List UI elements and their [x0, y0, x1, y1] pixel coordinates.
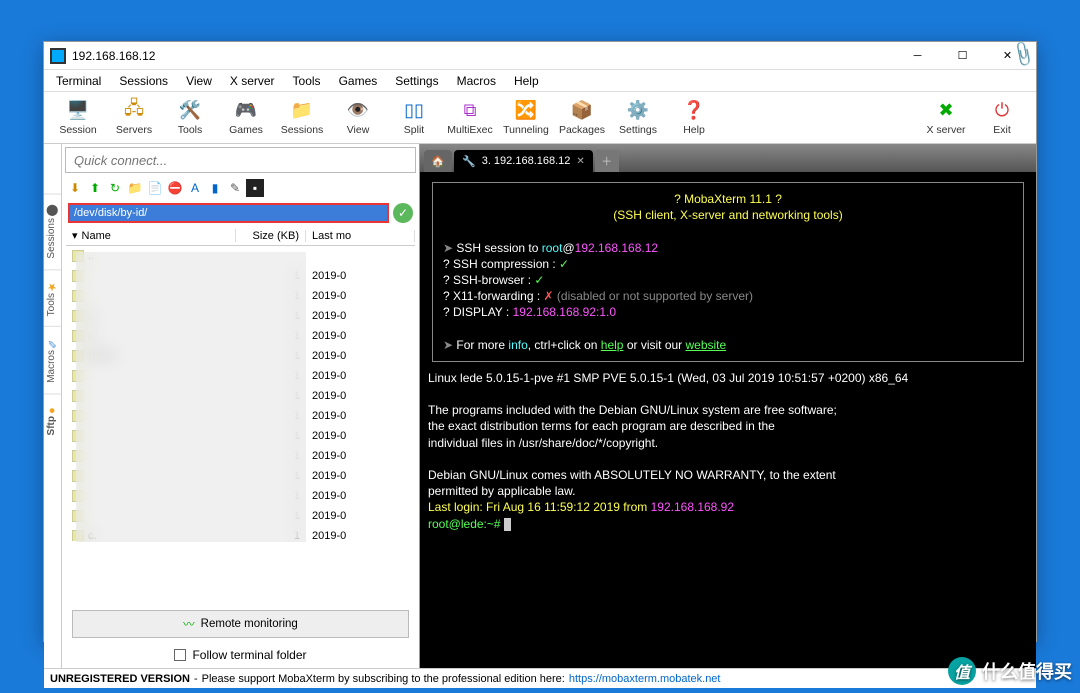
sftp-edit-icon[interactable]: ▮ [206, 179, 224, 197]
status-bar: UNREGISTERED VERSION - Please support Mo… [44, 668, 1036, 688]
file-table: ▾Name Size (KB) Last mo ..12019-012019-0… [66, 226, 415, 606]
sftp-props-icon[interactable]: ✎ [226, 179, 244, 197]
sftp-rename-icon[interactable]: A [186, 179, 204, 197]
tool-settings[interactable]: ⚙️Settings [610, 94, 666, 142]
tool-servers[interactable]: 🖧Servers [106, 94, 162, 142]
follow-terminal-checkbox[interactable]: Follow terminal folder [62, 642, 419, 668]
ok-icon: ✓ [393, 203, 413, 223]
menu-xserver[interactable]: X server [222, 72, 283, 90]
titlebar: 192.168.168.12 ─ ☐ ✕ [44, 42, 1036, 70]
sftp-toolbar: ⬇ ⬆ ↻ 📁 📄 ⛔ A ▮ ✎ ▪ [62, 176, 419, 200]
tool-help[interactable]: ❓Help [666, 94, 722, 142]
side-tab-macros[interactable]: Macros✎ [44, 326, 61, 393]
tool-tools[interactable]: 🛠️Tools [162, 94, 218, 142]
tool-games[interactable]: 🎮Games [218, 94, 274, 142]
tool-session[interactable]: 🖥️Session [50, 94, 106, 142]
sftp-path-input[interactable]: /dev/disk/by-id/ [68, 203, 389, 223]
sftp-download-icon[interactable]: ⬇ [66, 179, 84, 197]
sftp-delete-icon[interactable]: ⛔ [166, 179, 184, 197]
tool-multiexec[interactable]: ⧉MultiExec [442, 94, 498, 142]
table-row[interactable]: D Z6...12019-0 [66, 346, 415, 366]
website-link[interactable]: website [686, 338, 727, 352]
tool-tunneling[interactable]: 🔀Tunneling [498, 94, 554, 142]
side-tab-tools[interactable]: Tools★ [44, 269, 61, 326]
col-name[interactable]: Name [82, 230, 111, 242]
term-uname: Linux lede 5.0.15-1-pve #1 SMP PVE 5.0.1… [428, 370, 1028, 386]
table-row[interactable]: 12019-0 [66, 426, 415, 446]
table-row[interactable]: 12019-0 [66, 466, 415, 486]
menu-view[interactable]: View [178, 72, 220, 90]
side-tabs: Sessions⬤ Tools★ Macros✎ Sftp● [44, 144, 62, 668]
maximize-button[interactable]: ☐ [940, 42, 985, 70]
window-title: 192.168.168.12 [72, 49, 895, 63]
table-row[interactable]: 12019-0 [66, 366, 415, 386]
table-row[interactable]: 12019-0 [66, 406, 415, 426]
menu-macros[interactable]: Macros [449, 72, 504, 90]
tool-exit[interactable]: ⏻Exit [974, 94, 1030, 142]
terminal-panel: 📎 🏠 🔧 3. 192.168.168.12 ✕ ＋ ? MobaXterm … [420, 144, 1036, 668]
table-row[interactable]: a12019-0 [66, 306, 415, 326]
terminal[interactable]: ? MobaXterm 11.1 ? (SSH client, X-server… [420, 172, 1036, 668]
table-row[interactable]: 12019-0 [66, 506, 415, 526]
menubar: Terminal Sessions View X server Tools Ga… [44, 70, 1036, 92]
menu-games[interactable]: Games [331, 72, 386, 90]
side-tab-sftp[interactable]: Sftp● [44, 393, 61, 445]
table-row[interactable]: 12019-0 [66, 486, 415, 506]
sftp-panel: ⬇ ⬆ ↻ 📁 📄 ⛔ A ▮ ✎ ▪ /dev/disk/by-id/ ✓ ▾… [62, 144, 420, 668]
table-row[interactable]: 12019-0 [66, 286, 415, 306]
tab-add[interactable]: ＋ [595, 150, 619, 172]
sftp-refresh-icon[interactable]: ↻ [106, 179, 124, 197]
banner-title: ? MobaXterm 11.1 ? [443, 191, 1013, 207]
col-size[interactable]: Size (KB) [236, 230, 306, 242]
menu-settings[interactable]: Settings [387, 72, 446, 90]
col-last[interactable]: Last mo [306, 230, 415, 242]
terminal-icon: 🔧 [462, 155, 476, 168]
help-link[interactable]: help [601, 338, 624, 352]
table-row[interactable]: 12019-0 [66, 386, 415, 406]
app-window: 192.168.168.12 ─ ☐ ✕ Terminal Sessions V… [43, 41, 1037, 642]
app-icon [50, 48, 66, 64]
checkbox-icon [174, 649, 186, 661]
watermark: 值 什么值得买 [948, 657, 1072, 685]
tool-view[interactable]: 👁️View [330, 94, 386, 142]
tool-sessions[interactable]: 📁Sessions [274, 94, 330, 142]
monitor-icon: 〰 [183, 616, 195, 632]
sftp-upload-icon[interactable]: ⬆ [86, 179, 104, 197]
cursor [504, 518, 511, 531]
watermark-logo-icon: 值 [948, 657, 976, 685]
remote-monitoring-button[interactable]: 〰 Remote monitoring [72, 610, 409, 638]
quick-connect-input[interactable] [65, 147, 416, 173]
toolbar: 🖥️Session🖧Servers🛠️Tools🎮Games📁Sessions👁… [44, 92, 1036, 144]
side-tab-sessions[interactable]: Sessions⬤ [44, 194, 61, 269]
banner-sub: (SSH client, X-server and networking too… [443, 207, 1013, 223]
unregistered-label: UNREGISTERED VERSION [50, 673, 190, 685]
tab-session[interactable]: 🔧 3. 192.168.168.12 ✕ [454, 150, 593, 172]
menu-terminal[interactable]: Terminal [48, 72, 109, 90]
menu-help[interactable]: Help [506, 72, 547, 90]
table-row[interactable]: a12019-0 [66, 326, 415, 346]
minimize-button[interactable]: ─ [895, 42, 940, 70]
tool-xserver[interactable]: ✖X server [918, 94, 974, 142]
status-url[interactable]: https://mobaxterm.mobatek.net [569, 673, 721, 685]
menu-sessions[interactable]: Sessions [111, 72, 176, 90]
table-row[interactable]: .. [66, 246, 415, 266]
table-row[interactable]: 12019-0 [66, 446, 415, 466]
sftp-newfolder-icon[interactable]: 📁 [126, 179, 144, 197]
table-row[interactable]: 12019-0 [66, 266, 415, 286]
tool-split[interactable]: ▯▯Split [386, 94, 442, 142]
sftp-terminal-icon[interactable]: ▪ [246, 179, 264, 197]
tab-close-icon[interactable]: ✕ [576, 156, 584, 167]
table-row[interactable]: c.12019-0 [66, 526, 415, 541]
prompt: root@lede:~# [428, 517, 504, 531]
tool-packages[interactable]: 📦Packages [554, 94, 610, 142]
tab-bar: 🏠 🔧 3. 192.168.168.12 ✕ ＋ [420, 144, 1036, 172]
menu-tools[interactable]: Tools [285, 72, 329, 90]
tab-home[interactable]: 🏠 [424, 150, 452, 172]
sftp-newfile-icon[interactable]: 📄 [146, 179, 164, 197]
